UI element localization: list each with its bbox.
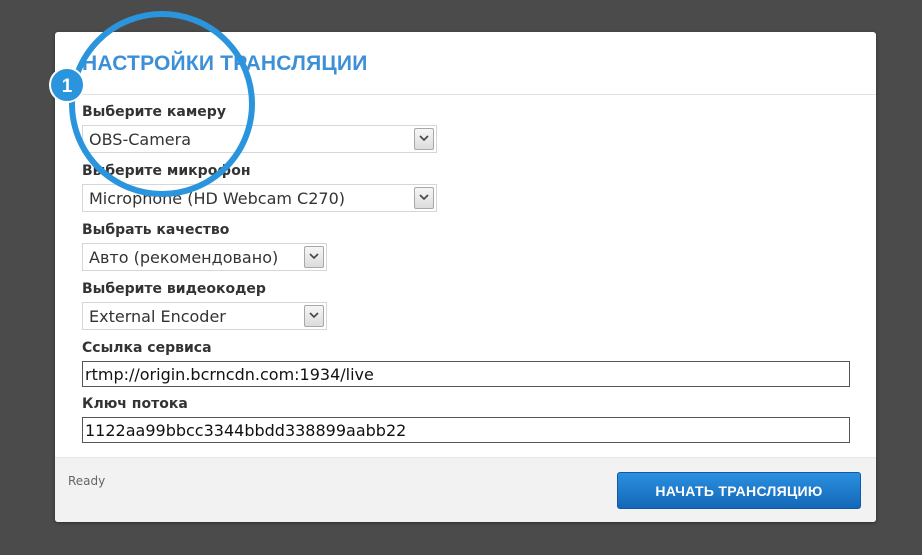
stream-key-input[interactable]: 1122aa99bbcc3344bbdd338899aabb22 <box>82 417 850 443</box>
encoder-label: Выберите видеокодер <box>82 281 266 297</box>
encoder-select-value: External Encoder <box>89 307 226 326</box>
panel-title: НАСТРОЙКИ ТРАНСЛЯЦИИ <box>82 52 368 75</box>
camera-select[interactable]: OBS-Camera <box>82 125 437 153</box>
encoder-select[interactable]: External Encoder <box>82 302 327 330</box>
microphone-select-value: Microphone (HD Webcam C270) <box>89 189 346 208</box>
chevron-down-icon[interactable] <box>414 187 434 209</box>
stream-key-label: Ключ потока <box>82 396 188 412</box>
status-text: Ready <box>68 474 106 488</box>
camera-label: Выберите камеру <box>82 104 226 120</box>
stream-settings-panel: НАСТРОЙКИ ТРАНСЛЯЦИИ Выберите камеру OBS… <box>55 32 876 522</box>
chevron-down-icon[interactable] <box>414 128 434 150</box>
start-broadcast-button[interactable]: НАЧАТЬ ТРАНСЛЯЦИЮ <box>617 472 861 509</box>
service-url-input[interactable]: rtmp://origin.bcrncdn.com:1934/live <box>82 361 850 387</box>
microphone-label: Выберите микрофон <box>82 163 251 179</box>
stream-key-value: 1122aa99bbcc3344bbdd338899aabb22 <box>85 421 407 440</box>
chevron-down-icon[interactable] <box>304 305 324 327</box>
quality-select[interactable]: Авто (рекомендовано) <box>82 243 327 271</box>
microphone-select[interactable]: Microphone (HD Webcam C270) <box>82 184 437 212</box>
camera-select-value: OBS-Camera <box>89 130 192 149</box>
panel-header: НАСТРОЙКИ ТРАНСЛЯЦИИ <box>55 32 876 95</box>
quality-select-value: Авто (рекомендовано) <box>89 248 279 267</box>
service-url-label: Ссылка сервиса <box>82 340 212 356</box>
service-url-value: rtmp://origin.bcrncdn.com:1934/live <box>85 365 374 384</box>
quality-label: Выбрать качество <box>82 222 230 238</box>
panel-footer: Ready НАЧАТЬ ТРАНСЛЯЦИЮ <box>55 457 876 522</box>
chevron-down-icon[interactable] <box>304 246 324 268</box>
